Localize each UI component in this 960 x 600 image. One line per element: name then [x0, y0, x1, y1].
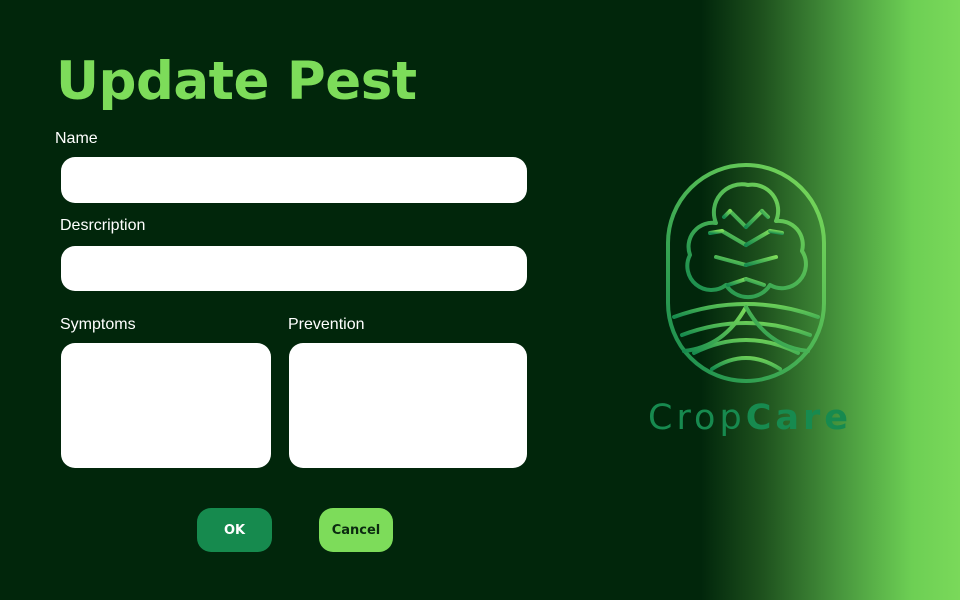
- ok-button[interactable]: OK: [197, 508, 272, 552]
- symptoms-textarea[interactable]: [61, 343, 271, 468]
- prevention-label: Prevention: [288, 316, 365, 333]
- brand-name: CropCare: [648, 396, 848, 440]
- brand-name-light: Crop: [648, 398, 746, 438]
- description-input[interactable]: [61, 246, 527, 291]
- name-label: Name: [55, 130, 98, 147]
- prevention-textarea[interactable]: [289, 343, 527, 468]
- tree-logo-icon: [666, 163, 826, 383]
- brand-name-bold: Care: [745, 398, 853, 438]
- description-label: Desrcription: [60, 217, 146, 234]
- name-input[interactable]: [61, 157, 527, 203]
- cancel-button[interactable]: Cancel: [319, 508, 393, 552]
- page-title: Update Pest: [56, 51, 417, 112]
- symptoms-label: Symptoms: [60, 316, 136, 333]
